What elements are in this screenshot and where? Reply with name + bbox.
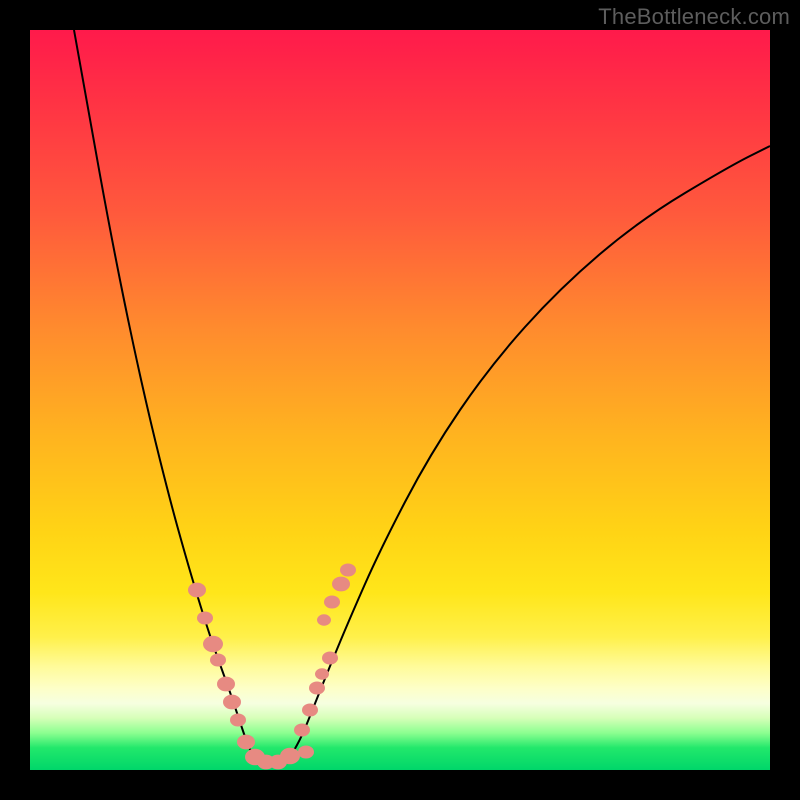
curve-marker [223, 695, 241, 710]
curve-marker [309, 681, 325, 694]
curve-marker [280, 748, 300, 764]
curve-marker [324, 595, 340, 608]
curve-marker [230, 713, 246, 726]
curve-marker [203, 636, 223, 652]
watermark-text: TheBottleneck.com [598, 4, 790, 30]
curve-marker [317, 614, 331, 625]
curve-marker [188, 583, 206, 598]
curve-marker [302, 703, 318, 716]
curve-marker [217, 677, 235, 692]
chart-frame: TheBottleneck.com [0, 0, 800, 800]
bottleneck-curve [74, 30, 770, 763]
plot-area [30, 30, 770, 770]
curve-marker [322, 651, 338, 664]
curve-marker [294, 723, 310, 736]
curve-marker [340, 563, 356, 576]
curve-marker [197, 611, 213, 624]
curve-svg [30, 30, 770, 770]
curve-marker [237, 735, 255, 750]
curve-marker [298, 745, 314, 758]
curve-marker [210, 653, 226, 666]
curve-marker [332, 577, 350, 592]
curve-marker [315, 668, 329, 679]
